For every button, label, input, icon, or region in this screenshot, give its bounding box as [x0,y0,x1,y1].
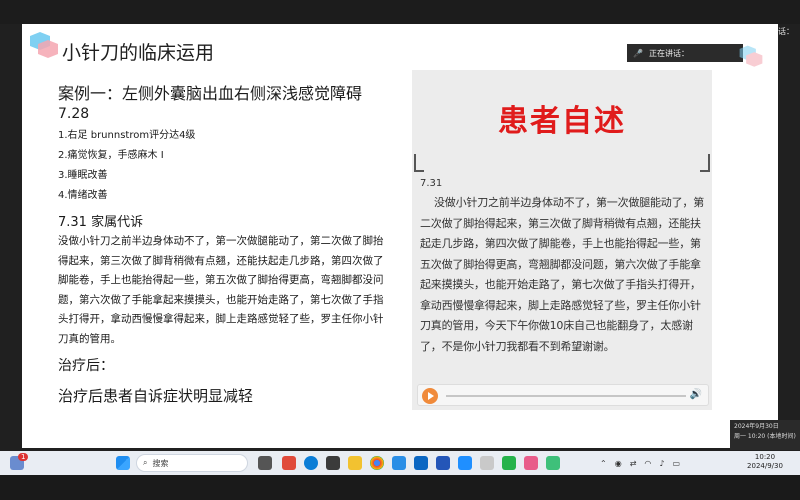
input-method-icon[interactable]: ⇄ [630,459,637,468]
list-item: 1.右足 brunnstrom评分达4级 [58,130,196,141]
after-treatment-text: 治疗后患者自诉症状明显减轻 [58,387,254,405]
hexagon-logo-right-icon [739,45,763,67]
slide-title: 小针刀的临床运用 [62,42,215,64]
speaking-chip-label: 正在讲话： [648,48,689,58]
app-pink-icon[interactable] [524,456,538,470]
presentation-slide: 小针刀的临床运用 🎤 正在讲话： 案例一：左侧外囊脑出血右侧深浅感觉障碍 7.2… [22,24,778,448]
case-date: 7.28 [58,106,90,122]
volume-icon[interactable]: 🔊 [690,389,702,400]
windows-start-icon[interactable] [116,456,130,470]
speaking-chip: 🎤 正在讲话： [627,44,743,62]
hexagon-logo-icon [30,32,58,58]
system-tray: ⌃ ◉ ⇄ ◠ ♪ ▭ [600,454,680,472]
date-tooltip: 2024年9月30日 周一 10:20 (本地时间) [730,420,800,450]
notification-badge: 1 [18,453,29,461]
screen: 正在讲话： 小针刀的临床运用 🎤 正在讲话： 案例一：左侧外囊脑出血右侧深浅感觉… [0,0,800,500]
panel-body: 7.31 没做小针刀之前半边身体动不了，第一次做腿能动了，第二次做了脚抬得起来，… [420,178,708,357]
audio-progress-track[interactable] [446,395,686,397]
app-red-icon[interactable] [282,456,296,470]
chevron-up-icon[interactable]: ⌃ [600,459,607,468]
panel-date: 7.31 [420,178,443,189]
clock-time: 10:20 [754,453,776,461]
chrome-icon[interactable] [370,456,384,470]
app-store-icon[interactable] [414,456,428,470]
dark-app-icon[interactable] [326,456,340,470]
clock-date: 2024/9/30 [747,462,783,470]
family-heading: 7.31 家属代诉 [58,215,144,230]
file-explorer-icon[interactable] [348,456,362,470]
taskbar: 1 ⌕ 搜索 ⌃ ◉ ⇄ ◠ ♪ ▭ 10:20 2024/9/30 [0,451,800,475]
frame-corner-right [700,154,710,172]
date-tooltip-line2: 周一 10:20 (本地时间) [734,433,796,440]
panel-title: 患者自述 [498,104,626,139]
frame-corner-left [414,154,424,172]
microphone-icon: 🎤 [633,48,643,58]
task-view-icon[interactable] [258,456,272,470]
bottom-bar [0,475,800,500]
wechat-icon[interactable] [502,456,516,470]
top-bar [0,0,800,24]
case-title: 案例一：左侧外囊脑出血右侧深浅感觉障碍 [58,84,363,103]
play-icon[interactable] [422,388,438,404]
battery-icon[interactable]: ▭ [672,459,680,468]
after-treatment-label: 治疗后： [58,358,114,374]
date-tooltip-line1: 2024年9月30日 [734,423,779,430]
family-statement: 没做小针刀之前半边身体动不了，第一次做腿能动了，第二次做了脚抬得起来，第三次做了… [58,235,384,345]
search-placeholder: 搜索 [152,458,169,468]
slide-left-column: 案例一：左侧外囊脑出血右侧深浅感觉障碍 7.28 1.右足 brunnstrom… [58,84,388,406]
panel-text: 没做小针刀之前半边身体动不了，第一次做腿能动了，第二次做了脚抬得起来，第三次做了… [420,196,704,353]
list-item: 4.情绪改善 [58,190,108,201]
audio-player[interactable]: 🔊 [417,384,709,406]
list-item: 3.睡眠改善 [58,170,108,181]
edge-browser-icon[interactable] [304,456,318,470]
network-icon[interactable]: ◉ [615,459,622,468]
list-item: 2.痛觉恢复，手感麻木 I [58,150,164,161]
taskbar-search[interactable]: ⌕ 搜索 [136,454,248,472]
speaker-icon[interactable]: ♪ [659,459,664,468]
progress-list: 1.右足 brunnstrom评分达4级 2.痛觉恢复，手感麻木 I 3.睡眠改… [58,126,388,206]
search-icon: ⌕ [143,458,148,467]
app-meeting-icon[interactable] [458,456,472,470]
patient-statement-panel: 患者自述 7.31 没做小针刀之前半边身体动不了，第一次做腿能动了，第二次做了脚… [412,70,712,410]
app-blue-icon[interactable] [392,456,406,470]
taskbar-clock[interactable]: 10:20 2024/9/30 [740,453,790,471]
wifi-icon[interactable]: ◠ [644,459,651,468]
app-blue2-icon[interactable] [436,456,450,470]
app-green-icon[interactable] [546,456,560,470]
app-gray-icon[interactable] [480,456,494,470]
